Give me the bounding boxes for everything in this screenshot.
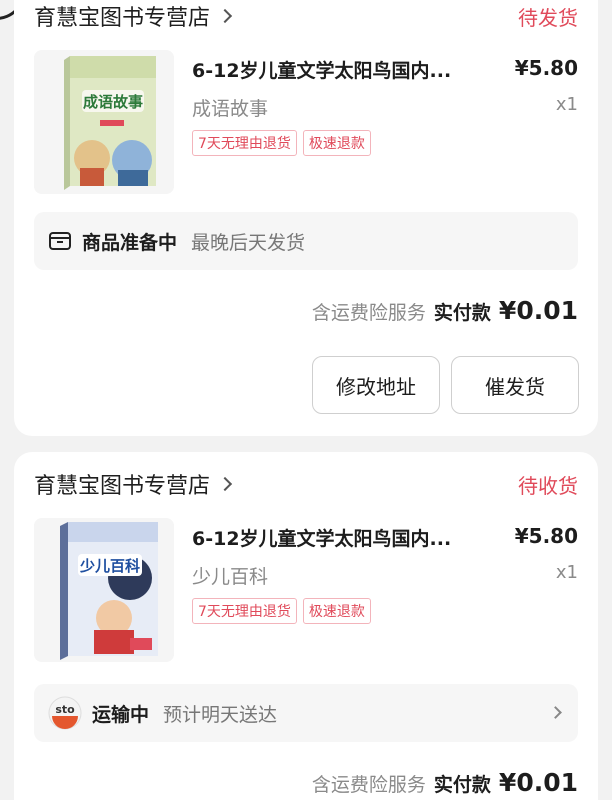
product-quantity: x1 [555,562,578,583]
product-thumbnail[interactable]: 成语故事 [34,50,174,194]
book-cover-image: 少儿百科 [34,518,174,662]
svg-text:sto: sto [55,703,75,716]
order-status: 待发货 [518,5,578,30]
product-variant: 少儿百科 [192,566,269,588]
book-cover-title: 成语故事 [83,93,143,111]
urge-shipping-button[interactable]: 催发货 [451,356,579,414]
service-tags: 7天无理由退货 极速退款 [192,130,371,156]
store-header[interactable]: 育慧宝图书专营店 待收货 [34,464,578,504]
paid-label: 实付款 [433,774,491,796]
paid-amount: ¥0.01 [498,296,578,325]
payment-summary: 含运费险服务 实付款 ¥0.01 [312,768,578,800]
insurance-label: 含运费险服务 [311,302,426,324]
product-price: ¥5.80 [514,524,578,548]
order-card: 育慧宝图书专营店 待发货 成语故事 6-12岁儿童文学太阳鸟国内... ¥5.8… [14,0,598,436]
shipping-estimate: 最晚后天发货 [191,231,306,254]
shipping-status: 商品准备中 [82,231,178,254]
order-card: 育慧宝图书专营店 待收货 少儿百科 6-12岁儿童文学太阳鸟国内... ¥5.8… [14,452,598,800]
product-thumbnail[interactable]: 少儿百科 [34,518,174,662]
delivery-estimate: 预计明天送达 [163,703,278,726]
product-row[interactable]: 少儿百科 6-12岁儿童文学太阳鸟国内... ¥5.80 少儿百科 x1 7天无… [34,518,578,668]
tag-fast-refund: 极速退款 [302,598,371,624]
store-name[interactable]: 育慧宝图书专营店 [34,468,233,500]
modify-address-button[interactable]: 修改地址 [312,356,440,414]
product-row[interactable]: 成语故事 6-12岁儿童文学太阳鸟国内... ¥5.80 成语故事 x1 7天无… [34,50,578,200]
tag-fast-refund: 极速退款 [302,130,371,156]
product-price: ¥5.80 [514,56,578,80]
paid-label: 实付款 [433,302,491,324]
tag-return-policy: 7天无理由退货 [192,598,297,624]
tag-return-policy: 7天无理由退货 [192,130,297,156]
store-name-label: 育慧宝图书专营店 [34,474,211,499]
sto-express-logo: sto [48,696,82,730]
book-cover-image: 成语故事 [34,50,174,194]
paid-amount: ¥0.01 [498,768,578,797]
store-name-label: 育慧宝图书专营店 [34,6,211,31]
order-list-page: 育慧宝图书专营店 待发货 成语故事 6-12岁儿童文学太阳鸟国内... ¥5.8… [0,0,612,800]
store-name[interactable]: 育慧宝图书专营店 [34,0,233,32]
logistics-status: 运输中 [92,703,150,726]
product-quantity: x1 [555,94,578,115]
product-variant: 成语故事 [192,98,269,120]
chevron-right-icon [217,476,233,492]
insurance-label: 含运费险服务 [311,774,426,796]
payment-summary: 含运费险服务 实付款 ¥0.01 [312,296,578,336]
service-tags: 7天无理由退货 极速退款 [192,598,371,624]
book-cover-title: 少儿百科 [79,557,140,575]
product-title[interactable]: 6-12岁儿童文学太阳鸟国内... [192,524,451,551]
package-box-icon [49,232,71,250]
shipping-status-bar[interactable]: 商品准备中 最晚后天发货 [34,212,578,270]
chevron-right-icon [549,706,562,719]
chevron-right-icon [217,8,233,24]
product-title[interactable]: 6-12岁儿童文学太阳鸟国内... [192,56,451,83]
logistics-status-bar[interactable]: sto 运输中 预计明天送达 [34,684,578,742]
store-header[interactable]: 育慧宝图书专营店 待发货 [34,0,578,36]
order-status: 待收货 [518,473,578,498]
